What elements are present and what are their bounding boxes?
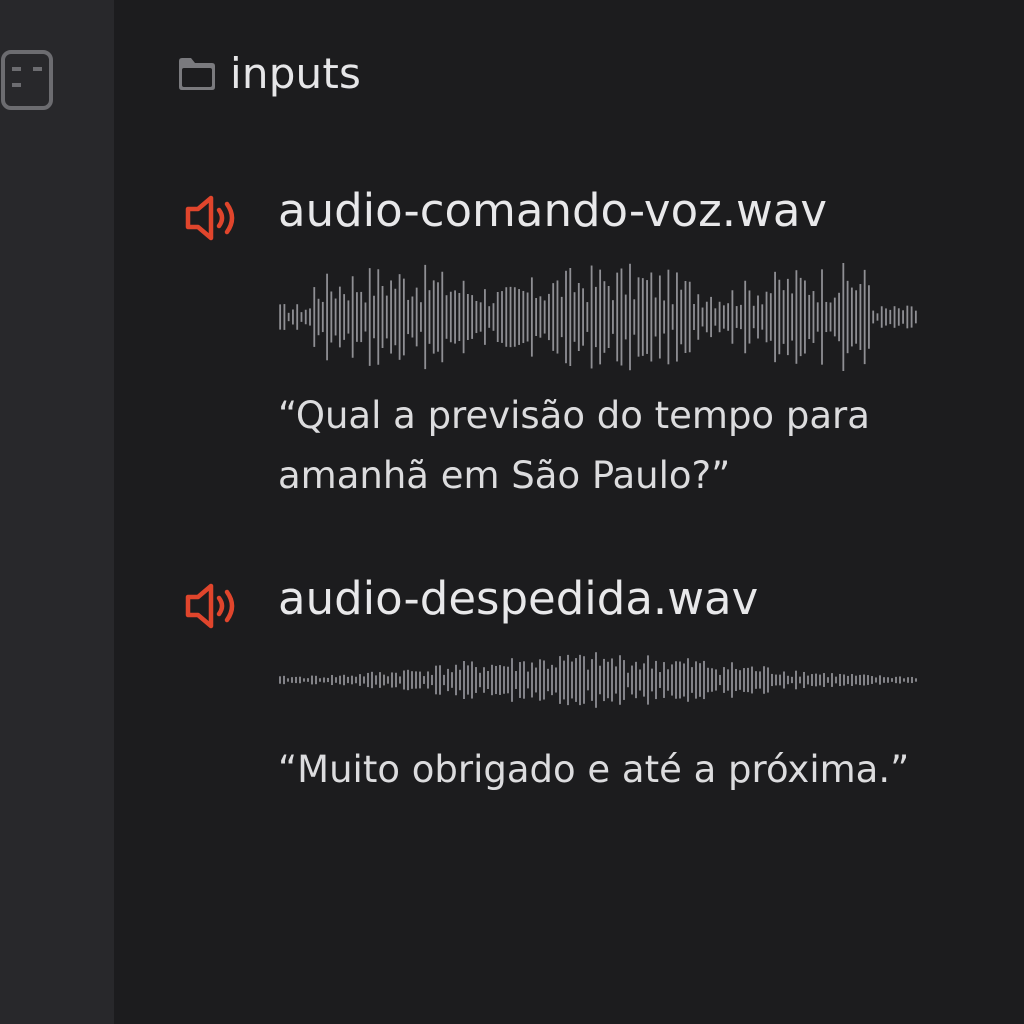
file-name[interactable]: audio-comando-voz.wav [278,180,827,242]
transcript-text: “Muito obrigado e até a próxima.” [278,748,910,791]
waveform[interactable] [278,262,918,372]
main-content: inputs audio-comando-voz.wav “Qual a pre… [114,0,1024,1024]
speaker-icon[interactable] [184,580,244,632]
waveform[interactable] [278,652,918,708]
folder-header[interactable]: inputs [176,48,361,100]
folder-title: inputs [230,49,362,98]
app-window: inputs audio-comando-voz.wav “Qual a pre… [0,0,1024,1024]
sidebar-toggle-button[interactable] [0,48,56,112]
folder-icon [179,58,215,90]
file-name[interactable]: audio-despedida.wav [278,568,758,630]
sidebar [0,0,114,1024]
speaker-icon[interactable] [184,192,244,244]
transcript-text: “Qual a previsão do tempo para amanhã em… [278,394,870,497]
sidebar-toggle-icon [1,50,53,110]
